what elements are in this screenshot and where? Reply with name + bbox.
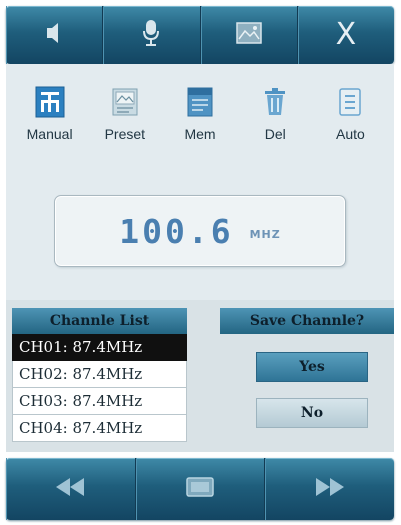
picture-icon <box>235 21 263 49</box>
frequency-unit: MHZ <box>249 227 281 241</box>
mode-mem[interactable]: Mem <box>162 86 237 156</box>
preset-icon <box>110 86 140 118</box>
yes-button[interactable]: Yes <box>256 352 368 382</box>
speaker-icon <box>43 20 65 50</box>
picture-button[interactable] <box>201 6 298 64</box>
memory-icon <box>185 86 215 118</box>
mode-del-label: Del <box>264 126 286 142</box>
stop-button[interactable] <box>136 458 266 520</box>
mode-manual-label: Manual <box>26 126 73 142</box>
mode-auto[interactable]: Auto <box>313 86 388 156</box>
top-toolbar: X <box>6 6 394 64</box>
rewind-button[interactable] <box>6 458 136 520</box>
channel-item[interactable]: CH03: 87.4MHz <box>12 388 187 415</box>
fast-forward-button[interactable] <box>265 458 394 520</box>
frequency-value: 100.6 <box>119 211 234 251</box>
mode-toolbar: Manual Preset Mem Del Auto <box>12 86 388 156</box>
channel-item[interactable]: CH01: 87.4MHz <box>12 334 187 361</box>
channel-list: CH01: 87.4MHz CH02: 87.4MHz CH03: 87.4MH… <box>12 334 187 444</box>
close-icon: X <box>335 17 357 52</box>
speaker-button[interactable] <box>6 6 104 64</box>
auto-scan-icon <box>335 86 365 118</box>
manual-icon <box>35 86 65 118</box>
bottom-toolbar <box>6 458 394 520</box>
mode-auto-label: Auto <box>336 126 365 142</box>
frequency-display: 100.6 MHZ <box>54 195 346 267</box>
mode-mem-label: Mem <box>184 126 216 142</box>
mode-preset[interactable]: Preset <box>87 86 162 156</box>
close-button[interactable]: X <box>298 6 394 64</box>
mode-manual[interactable]: Manual <box>12 86 87 156</box>
trash-icon <box>260 86 290 118</box>
rewind-icon <box>50 475 90 503</box>
microphone-icon <box>140 18 162 52</box>
channel-item[interactable]: CH02: 87.4MHz <box>12 361 187 388</box>
channel-list-header: Channle List <box>12 308 187 334</box>
channel-panel: Channle List CH01: 87.4MHz CH02: 87.4MHz… <box>6 300 394 452</box>
stop-icon <box>185 476 215 502</box>
radio-app: X Manual Preset Mem Del Auto 100.6 MHZ C… <box>0 0 401 525</box>
channel-item[interactable]: CH04: 87.4MHz <box>12 415 187 442</box>
microphone-button[interactable] <box>103 6 201 64</box>
tuner-screen: Manual Preset Mem Del Auto 100.6 MHZ <box>6 64 394 300</box>
save-channel-header: Save Channle? <box>220 308 394 334</box>
fast-forward-icon <box>310 475 350 503</box>
mode-preset-label: Preset <box>104 126 146 142</box>
mode-del[interactable]: Del <box>238 86 313 156</box>
no-button[interactable]: No <box>256 398 368 428</box>
